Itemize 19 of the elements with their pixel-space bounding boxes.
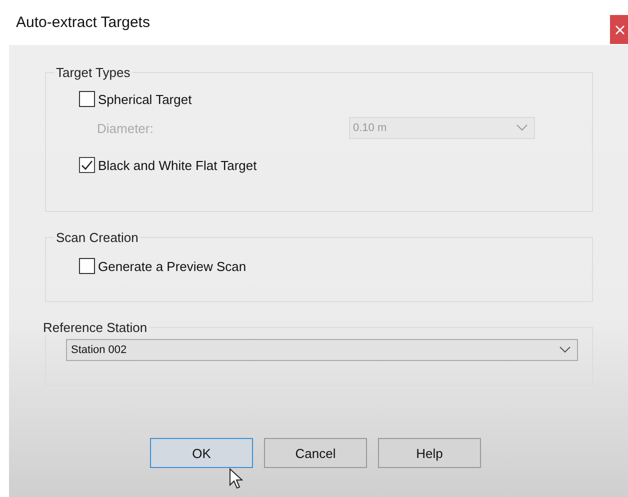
dialog-button[interactable]: OK — [150, 438, 253, 468]
checkbox[interactable] — [79, 258, 95, 274]
checkbox[interactable] — [79, 157, 95, 173]
checkbox-label[interactable]: Black and White Flat Target — [98, 158, 257, 172]
chevron-down-icon — [516, 124, 528, 132]
checkbox-label[interactable]: Spherical Target — [98, 92, 192, 106]
checkbox-label[interactable]: Generate a Preview Scan — [98, 258, 246, 274]
window-title: Auto-extract Targets — [16, 14, 150, 31]
station-dropdown[interactable]: Station 002 — [66, 339, 578, 361]
group-title: Target Types — [55, 65, 132, 80]
group-title: Scan Creation — [55, 230, 140, 245]
dialog-button[interactable]: Cancel — [264, 438, 367, 468]
close-icon — [615, 24, 625, 34]
dialog-button[interactable]: Help — [378, 438, 481, 468]
checkbox[interactable] — [79, 91, 95, 107]
field-label: Diameter: — [97, 120, 154, 136]
cursor-icon — [229, 468, 243, 490]
group-title: Reference Station — [42, 320, 148, 335]
chevron-down-icon — [559, 346, 571, 354]
